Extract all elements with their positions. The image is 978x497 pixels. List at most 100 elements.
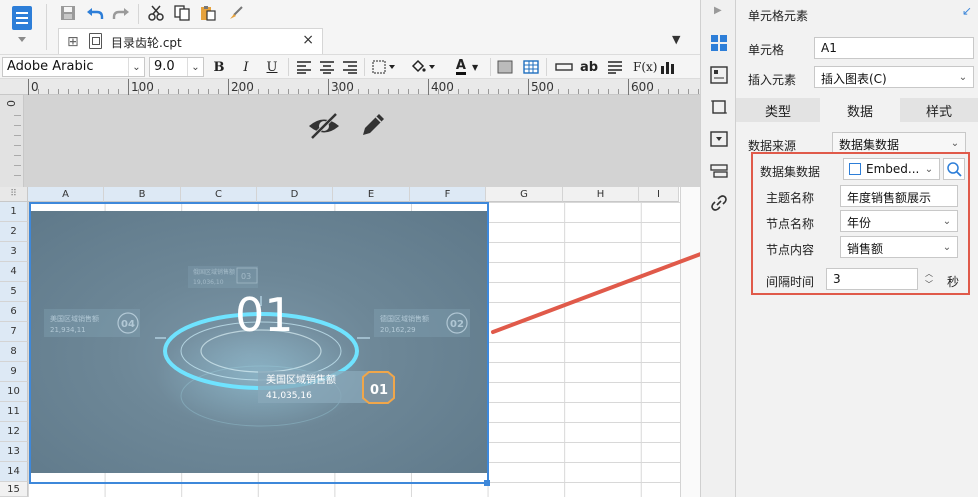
ruler-minor-tick [98, 89, 99, 94]
row-header[interactable]: 14 [0, 462, 28, 482]
indent-button[interactable] [607, 58, 623, 76]
fill-handle[interactable] [484, 480, 490, 486]
ruler-tick [628, 79, 629, 95]
cell-field[interactable]: A1 [814, 37, 974, 59]
table-icon [523, 60, 539, 74]
bold-button[interactable]: B [211, 58, 227, 76]
text-color-icon: A [455, 58, 466, 75]
ruler-label: 100 [131, 80, 154, 94]
hide-eye-icon[interactable] [306, 110, 342, 142]
row-header[interactable]: 5 [0, 282, 28, 302]
align-center-button[interactable] [319, 58, 335, 76]
save-button[interactable] [58, 3, 78, 23]
row-header[interactable]: 11 [0, 402, 28, 422]
paste-button[interactable] [198, 3, 218, 23]
tab-label: 目录齿轮.cpt [111, 36, 182, 50]
merge-cells-button[interactable] [555, 58, 573, 76]
paste-icon [201, 6, 216, 21]
dropdown-widget-icon[interactable] [710, 130, 728, 148]
row-header[interactable]: 15 [0, 482, 28, 497]
column-header[interactable]: G [486, 187, 563, 202]
header-edit-area[interactable] [24, 95, 700, 187]
format-painter-button[interactable] [226, 3, 246, 23]
row-header[interactable]: 2 [0, 222, 28, 242]
row-header[interactable]: 3 [0, 242, 28, 262]
ruler-tick [14, 125, 21, 126]
text-color-button[interactable]: A ▼ [450, 58, 484, 76]
fill-color-button[interactable] [410, 58, 436, 76]
underline-button[interactable]: U [264, 58, 280, 76]
border-button[interactable] [372, 58, 396, 76]
insert-element-select[interactable]: 插入图表(C) ⌄ [814, 66, 974, 88]
select-all-corner[interactable]: ⠿ [0, 187, 28, 202]
cut-button[interactable] [146, 3, 166, 23]
insert-chart-button[interactable] [660, 58, 676, 76]
redo-button[interactable] [111, 3, 131, 23]
cell-attribute-icon[interactable] [710, 66, 728, 84]
align-right-button[interactable] [342, 58, 358, 76]
horizontal-ruler: 0 100 200 300 400 500 600 [0, 79, 719, 95]
column-header[interactable]: I [639, 187, 679, 202]
align-center-icon [320, 61, 334, 74]
toolbar-divider [546, 58, 547, 76]
align-left-button[interactable] [296, 58, 312, 76]
column-header[interactable]: E [333, 187, 410, 202]
column-header[interactable]: A [28, 187, 104, 202]
close-icon[interactable]: × [302, 32, 314, 48]
side-icon-strip: ▶ [700, 0, 736, 497]
column-header[interactable]: D [257, 187, 333, 202]
tab-list-menu-icon[interactable]: ▼ [672, 33, 680, 46]
panel-title: 单元格元素 [748, 9, 809, 23]
copy-button[interactable] [172, 3, 192, 23]
document-icon [12, 6, 32, 30]
ruler-minor-tick [448, 89, 449, 94]
widget-frame-icon[interactable] [710, 98, 728, 116]
row-header[interactable]: 13 [0, 442, 28, 462]
data-source-select[interactable]: 数据集数据 ⌄ [832, 132, 966, 154]
ruler-minor-tick [248, 89, 249, 94]
condition-format-icon[interactable] [710, 162, 728, 180]
tab-style[interactable]: 样式 [900, 98, 978, 122]
undo-button[interactable] [85, 3, 105, 23]
column-header[interactable]: C [181, 187, 257, 202]
font-size-select[interactable]: 9.0 ⌄ [149, 57, 204, 77]
pencil-icon[interactable] [358, 110, 388, 140]
ruler-tick [128, 79, 129, 95]
row-header[interactable]: 1 [0, 202, 28, 222]
wrap-text-button[interactable]: ab [580, 58, 598, 76]
tab-data[interactable]: 数据 [820, 98, 900, 122]
column-header[interactable]: H [563, 187, 639, 202]
ruler-minor-tick [548, 89, 549, 94]
tab-template[interactable]: ⊞ 目录齿轮.cpt × [58, 28, 323, 54]
ruler-minor-tick [438, 89, 439, 94]
expand-icon[interactable]: ↙ [962, 4, 972, 18]
row-header[interactable]: 9 [0, 362, 28, 382]
app-menu-button[interactable] [8, 6, 36, 46]
tab-type[interactable]: 类型 [736, 98, 820, 122]
column-header[interactable]: F [410, 187, 486, 202]
italic-button[interactable]: I [238, 58, 254, 76]
row-header[interactable]: 7 [0, 322, 28, 342]
align-right-icon [343, 61, 357, 74]
hyperlink-icon[interactable] [710, 194, 728, 212]
ruler-minor-tick [478, 89, 479, 94]
row-header[interactable]: 6 [0, 302, 28, 322]
row-header[interactable]: 12 [0, 422, 28, 442]
font-family-select[interactable]: Adobe Arabic ⌄ [2, 57, 145, 77]
chevron-down-icon: ▼ [471, 62, 479, 72]
cell-style-button[interactable] [497, 58, 513, 76]
column-header[interactable]: B [104, 187, 181, 202]
ruler-minor-tick [488, 89, 489, 94]
table-button[interactable] [523, 58, 539, 76]
ruler-label: 0 [4, 100, 17, 107]
chevron-down-icon: ⌄ [950, 137, 960, 149]
bar-chart-icon [661, 62, 674, 74]
formula-button[interactable]: F(x) [633, 58, 657, 76]
collapse-arrow-icon[interactable]: ▶ [714, 5, 722, 16]
row-header[interactable]: 8 [0, 342, 28, 362]
ruler-minor-tick [698, 89, 699, 94]
cell-element-icon[interactable] [710, 34, 728, 52]
row-header[interactable]: 10 [0, 382, 28, 402]
row-header[interactable]: 4 [0, 262, 28, 282]
ruler-label: 400 [431, 80, 454, 94]
